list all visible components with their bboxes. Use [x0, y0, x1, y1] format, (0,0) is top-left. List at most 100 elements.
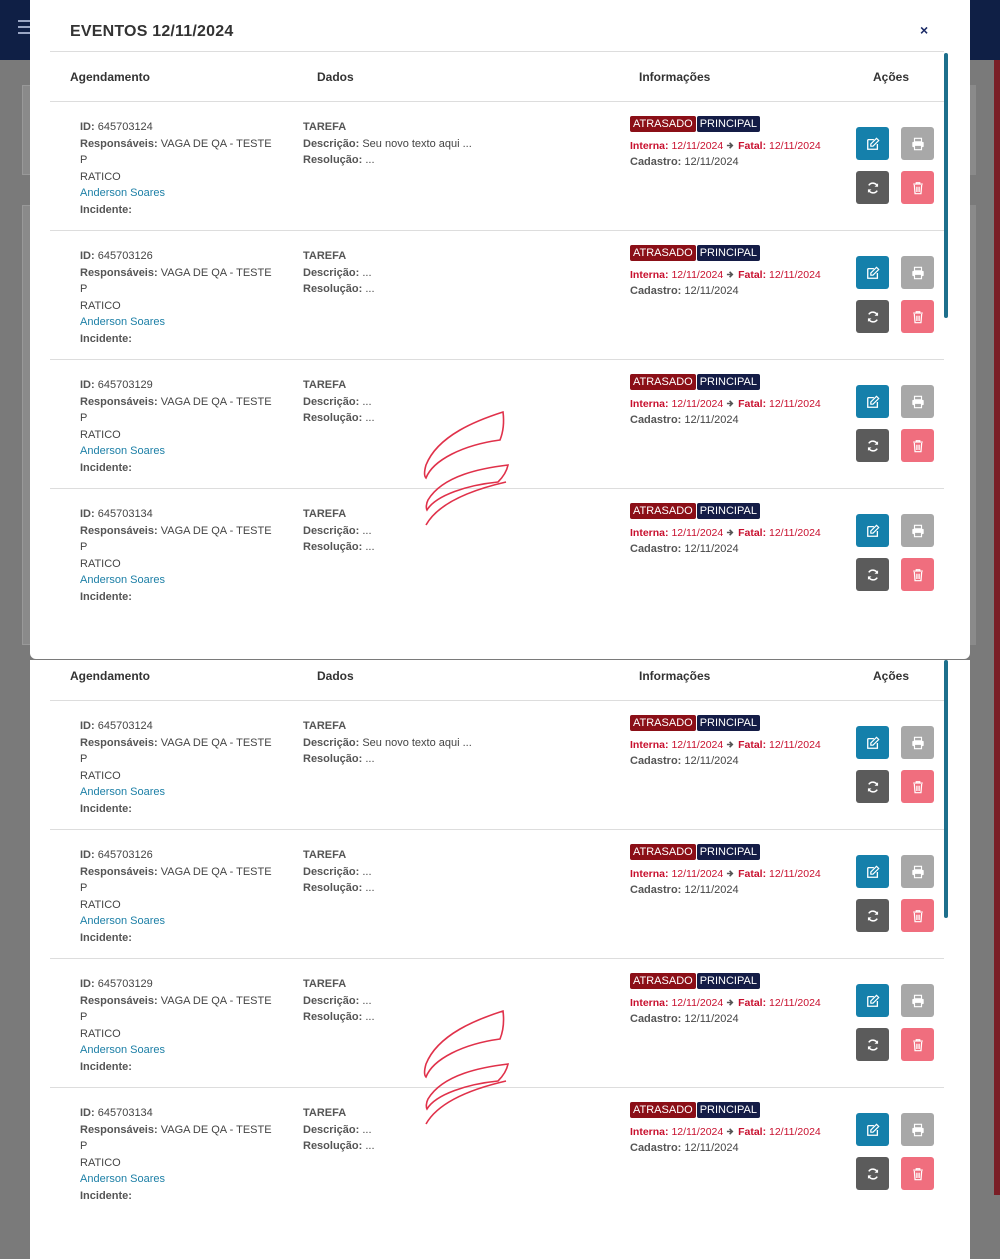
edit-icon — [866, 1122, 880, 1136]
print-button[interactable] — [901, 726, 934, 759]
event-type: TAREFA — [303, 720, 347, 732]
delete-button[interactable] — [901, 770, 934, 803]
responsaveis-value-cont: RATICO — [80, 428, 121, 441]
sync-icon — [867, 909, 878, 922]
edit-button[interactable] — [856, 1113, 889, 1146]
trash-icon — [912, 909, 923, 922]
interna-date: 12/11/2024 — [671, 268, 724, 281]
print-button[interactable] — [901, 385, 934, 418]
descricao-value: ... — [362, 395, 372, 408]
cadastro-date: 12/11/2024 — [684, 1012, 739, 1025]
person-link[interactable]: Anderson Soares — [80, 185, 280, 202]
scrollbar[interactable] — [944, 660, 948, 918]
table-row: ID: 645703124 Responsáveis: VAGA DE QA -… — [50, 102, 944, 231]
incidente-label: Incidente: — [80, 1189, 132, 1202]
sync-button[interactable] — [856, 300, 889, 333]
dados-cell: TAREFA Descrição: Seu novo texto aqui ..… — [303, 718, 563, 768]
status-badge: ATRASADO — [630, 503, 696, 519]
status-badge: ATRASADO — [630, 1102, 696, 1118]
delete-button[interactable] — [901, 171, 934, 204]
sync-button[interactable] — [856, 558, 889, 591]
agendamento-cell: ID: 645703124 Responsáveis: VAGA DE QA -… — [80, 718, 280, 817]
responsaveis-label: Responsáveis: — [80, 1123, 158, 1136]
delete-button[interactable] — [901, 558, 934, 591]
edit-button[interactable] — [856, 855, 889, 888]
event-type: TAREFA — [303, 250, 347, 262]
interna-date: 12/11/2024 — [671, 139, 724, 152]
responsaveis-label: Responsáveis: — [80, 266, 158, 279]
descricao-value: Seu novo texto aqui ... — [362, 137, 472, 150]
delete-button[interactable] — [901, 899, 934, 932]
person-link[interactable]: Anderson Soares — [80, 784, 280, 801]
delete-button[interactable] — [901, 300, 934, 333]
edit-button[interactable] — [856, 256, 889, 289]
deadline-dates: Interna: 12/11/2024 Fatal: 12/11/2024 — [630, 525, 850, 541]
column-header-acoes: Ações — [873, 669, 910, 683]
event-type: TAREFA — [303, 508, 347, 520]
priority-badge: PRINCIPAL — [696, 245, 760, 261]
person-link[interactable]: Anderson Soares — [80, 913, 280, 930]
arrow-right-icon — [727, 998, 734, 1006]
print-button[interactable] — [901, 855, 934, 888]
sync-button[interactable] — [856, 1157, 889, 1190]
delete-button[interactable] — [901, 1028, 934, 1061]
print-button[interactable] — [901, 127, 934, 160]
scrollbar[interactable] — [944, 53, 948, 318]
sync-button[interactable] — [856, 899, 889, 932]
person-link[interactable]: Anderson Soares — [80, 443, 280, 460]
trash-icon — [912, 181, 923, 194]
close-icon[interactable]: × — [920, 22, 928, 38]
fatal-label: Fatal: — [738, 738, 767, 751]
informacoes-cell: ATRASADO PRINCIPAL Interna: 12/11/2024 Fa… — [630, 1102, 850, 1156]
resolucao-value: ... — [365, 541, 375, 553]
descricao-label: Descrição: — [303, 994, 360, 1007]
print-button[interactable] — [901, 256, 934, 289]
sync-button[interactable] — [856, 429, 889, 462]
person-link[interactable]: Anderson Soares — [80, 1171, 280, 1188]
edit-button[interactable] — [856, 127, 889, 160]
incidente-label: Incidente: — [80, 931, 132, 944]
resolucao-value: ... — [365, 753, 375, 765]
cadastro-date: 12/11/2024 — [684, 413, 739, 426]
priority-badge: PRINCIPAL — [696, 116, 760, 132]
agendamento-cell: ID: 645703134 Responsáveis: VAGA DE QA -… — [80, 1105, 280, 1204]
cadastro-label: Cadastro: — [630, 1012, 682, 1025]
resolucao-label: Resolução: — [303, 882, 363, 894]
events-modal: EVENTOS 12/11/2024 × Agendamento Dados I… — [30, 0, 970, 659]
print-button[interactable] — [901, 514, 934, 547]
cadastro-label: Cadastro: — [630, 413, 682, 426]
delete-button[interactable] — [901, 429, 934, 462]
edit-icon — [866, 136, 880, 150]
edit-button[interactable] — [856, 514, 889, 547]
print-button[interactable] — [901, 1113, 934, 1146]
person-link[interactable]: Anderson Soares — [80, 1042, 280, 1059]
person-link[interactable]: Anderson Soares — [80, 314, 280, 331]
interna-label: Interna: — [630, 1125, 669, 1138]
trash-icon — [912, 1167, 923, 1180]
person-link[interactable]: Anderson Soares — [80, 572, 280, 589]
edit-button[interactable] — [856, 385, 889, 418]
delete-button[interactable] — [901, 1157, 934, 1190]
sync-button[interactable] — [856, 770, 889, 803]
trash-icon — [912, 439, 923, 452]
edit-button[interactable] — [856, 984, 889, 1017]
interna-date: 12/11/2024 — [671, 526, 724, 539]
cadastro-date: 12/11/2024 — [684, 754, 739, 767]
deadline-dates: Interna: 12/11/2024 Fatal: 12/11/2024 — [630, 138, 850, 154]
sync-button[interactable] — [856, 171, 889, 204]
event-id: 645703134 — [97, 1107, 153, 1119]
brand-logo-watermark — [423, 1009, 510, 1125]
edit-button[interactable] — [856, 726, 889, 759]
interna-date: 12/11/2024 — [671, 397, 724, 410]
cadastro-date: 12/11/2024 — [684, 883, 739, 896]
table-header: Agendamento Dados Informações Ações — [50, 52, 944, 102]
incidente-label: Incidente: — [80, 332, 132, 345]
deadline-dates: Interna: 12/11/2024 Fatal: 12/11/2024 — [630, 866, 850, 882]
interna-label: Interna: — [630, 526, 669, 539]
print-button[interactable] — [901, 984, 934, 1017]
status-badge: ATRASADO — [630, 116, 696, 132]
sync-button[interactable] — [856, 1028, 889, 1061]
resolucao-label: Resolução: — [303, 541, 363, 553]
column-header-acoes: Ações — [873, 70, 910, 84]
descricao-value: ... — [362, 865, 372, 878]
